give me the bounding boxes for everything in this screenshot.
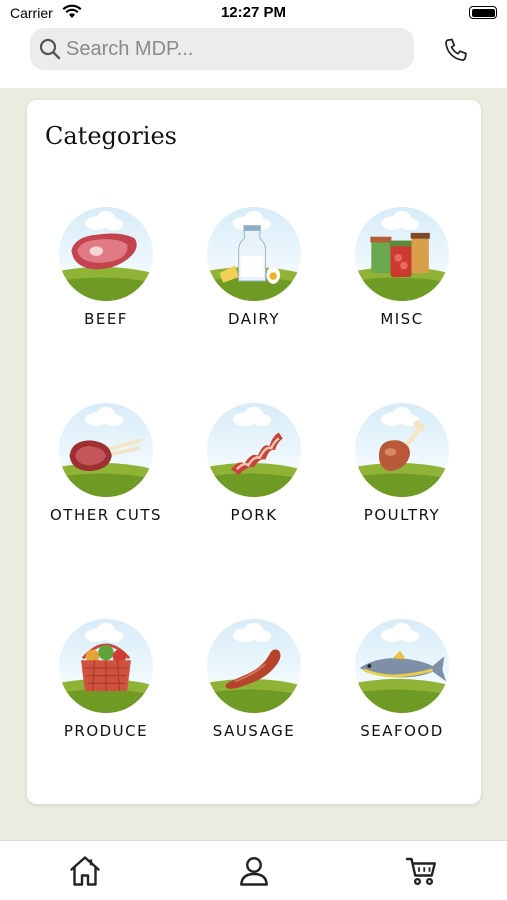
category-poultry[interactable]: POULTRY	[332, 402, 472, 542]
tab-profile[interactable]	[234, 851, 274, 891]
sausage-icon	[206, 618, 302, 714]
category-seafood[interactable]: SEAFOOD	[332, 618, 472, 758]
phone-icon	[445, 38, 467, 61]
category-label: SEAFOOD	[360, 722, 444, 740]
battery-icon	[469, 6, 497, 19]
call-button[interactable]	[438, 32, 474, 68]
status-bar: Carrier 12:27 PM	[0, 0, 507, 28]
category-sausage[interactable]: SAUSAGE	[184, 618, 324, 758]
fish-icon	[354, 618, 450, 714]
category-produce[interactable]: PRODUCE	[36, 618, 176, 758]
category-label: MISC	[380, 310, 424, 328]
category-misc[interactable]: MISC	[332, 206, 472, 346]
bacon-icon	[206, 402, 302, 498]
search-bar[interactable]	[30, 28, 414, 70]
home-icon	[70, 856, 100, 886]
category-label: SAUSAGE	[212, 722, 296, 740]
tab-home[interactable]	[65, 851, 105, 891]
card-title: Categories	[45, 122, 177, 150]
category-label: PORK	[230, 506, 278, 524]
jars-icon	[354, 206, 450, 302]
clock: 12:27 PM	[220, 4, 287, 21]
milk-bottle-icon	[206, 206, 302, 302]
category-dairy[interactable]: DAIRY	[184, 206, 324, 346]
category-pork[interactable]: PORK	[184, 402, 324, 542]
top-bar	[0, 28, 507, 88]
category-label: POULTRY	[363, 506, 441, 524]
category-label: OTHER CUTS	[49, 506, 163, 524]
category-label: PRODUCE	[63, 722, 149, 740]
search-input[interactable]	[66, 28, 406, 70]
category-other-cuts[interactable]: OTHER CUTS	[36, 402, 176, 542]
chicken-leg-icon	[354, 402, 450, 498]
cart-icon	[405, 857, 436, 886]
categories-card: Categories BEEF DAIRY MISC OTHER CUTS PO…	[27, 100, 481, 804]
tab-bar	[0, 840, 507, 900]
vegetable-basket-icon	[58, 618, 154, 714]
rack-of-lamb-icon	[58, 402, 154, 498]
beef-steak-icon	[58, 206, 154, 302]
tab-cart[interactable]	[402, 851, 442, 891]
category-label: DAIRY	[227, 310, 281, 328]
category-label: BEEF	[84, 310, 128, 328]
category-beef[interactable]: BEEF	[36, 206, 176, 346]
search-icon	[38, 37, 62, 66]
profile-icon	[240, 857, 268, 886]
